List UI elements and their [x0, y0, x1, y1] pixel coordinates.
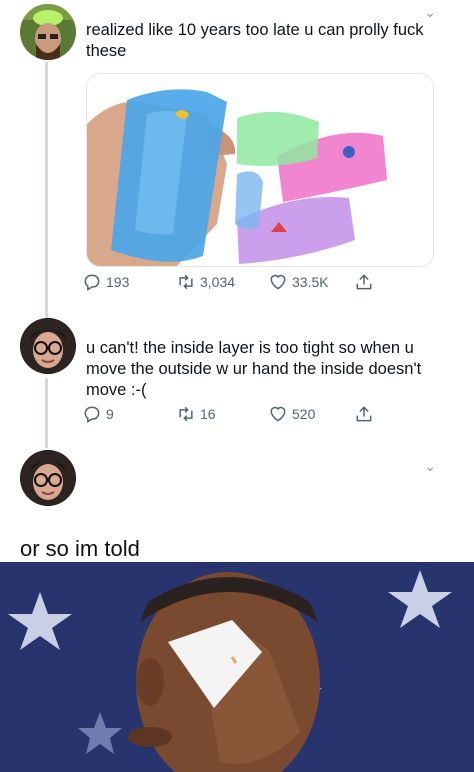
meme-caption: or so im told — [20, 536, 140, 561]
reaction-photo — [0, 562, 474, 772]
like-button[interactable]: 33.5K — [268, 272, 329, 292]
tweet-media[interactable] — [86, 73, 434, 267]
chevron-down-icon[interactable]: ⌄ — [424, 458, 436, 475]
tweet-actions: 193 3,034 33.5K — [82, 272, 404, 296]
reply-icon — [84, 274, 100, 291]
retweet-icon — [179, 274, 193, 290]
chevron-down-icon[interactable]: ⌄ — [424, 4, 436, 21]
avatar[interactable] — [20, 450, 76, 506]
share-icon — [356, 274, 372, 290]
retweet-button[interactable]: 3,034 — [176, 272, 235, 292]
thread-line — [45, 378, 48, 448]
reply-count: 9 — [106, 406, 114, 422]
reply-button[interactable]: 193 — [82, 272, 129, 292]
retweet-count: 16 — [200, 406, 216, 422]
reply-icon — [84, 406, 100, 423]
like-button[interactable]: 520 — [268, 404, 315, 424]
tweet-text: u can't! the inside layer is too tight s… — [86, 339, 422, 399]
heart-icon — [270, 274, 286, 290]
like-count: 520 — [292, 406, 316, 422]
tweet-text: realized like 10 years too late u can pr… — [86, 21, 424, 60]
share-button[interactable] — [354, 272, 374, 292]
avatar[interactable] — [20, 318, 76, 374]
water-toys-image — [87, 74, 433, 266]
tweet-actions: 9 16 520 — [82, 404, 404, 428]
reply-button[interactable]: 9 — [82, 404, 114, 424]
share-button[interactable] — [354, 404, 374, 424]
retweet-icon — [179, 406, 193, 422]
like-count: 33.5K — [292, 274, 329, 290]
retweet-button[interactable]: 16 — [176, 404, 216, 424]
avatar[interactable] — [20, 4, 76, 60]
thread-line — [45, 62, 48, 318]
reply-count: 193 — [106, 274, 130, 290]
share-icon — [356, 406, 372, 422]
heart-icon — [270, 406, 286, 422]
retweet-count: 3,034 — [200, 274, 236, 290]
